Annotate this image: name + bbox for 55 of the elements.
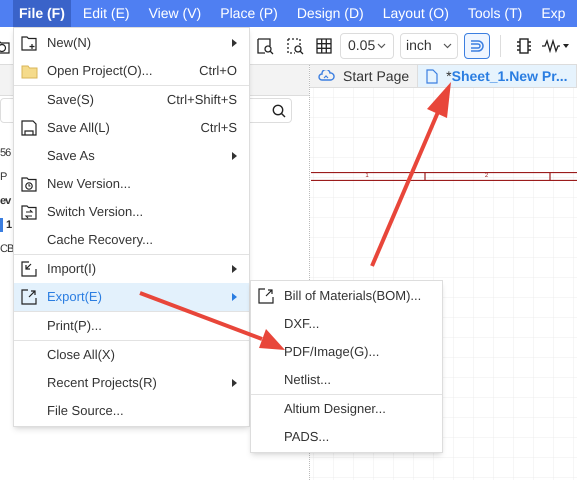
menu-item[interactable]: Save All(L) Ctrl+S	[14, 114, 249, 142]
folder-clock-icon	[21, 176, 38, 192]
menu-bar-item[interactable]: Layout (O)	[378, 0, 453, 27]
menu-item[interactable]: Cache Recovery...	[14, 226, 249, 254]
zoom-area-icon[interactable]	[256, 36, 274, 54]
menu-bar-item[interactable]: View (V)	[144, 0, 206, 27]
menu-item[interactable]: Save As	[14, 142, 249, 170]
menu-bar-item[interactable]: Tools (T)	[464, 0, 526, 27]
panel-text: 56	[0, 146, 10, 161]
unit-dropdown[interactable]: inch	[400, 32, 458, 58]
grid-size-dropdown[interactable]: 0.05	[340, 32, 394, 58]
menu-item[interactable]: New Version...	[14, 170, 249, 198]
chip-icon[interactable]	[516, 36, 532, 54]
menu-bar-item[interactable]: Edit (E)	[78, 0, 134, 27]
menu-bar-item[interactable]: Design (D)	[292, 0, 368, 27]
panel-text: 1	[6, 218, 12, 233]
menu-item[interactable]: File Source...	[14, 397, 249, 425]
menu-bar-item[interactable]: Exp	[537, 0, 570, 27]
snap-button[interactable]	[464, 32, 490, 58]
waveform-dropdown-icon[interactable]	[542, 38, 570, 52]
menu-item[interactable]: DXF...	[251, 310, 442, 338]
panel-text: P	[0, 170, 6, 185]
export-icon	[258, 288, 275, 304]
menu-item[interactable]: PADS...	[251, 423, 442, 451]
menu-item[interactable]: Altium Designer...	[251, 395, 442, 423]
menu-item[interactable]: Bill of Materials(BOM)...	[251, 282, 442, 310]
menu-item[interactable]: Export(E)	[14, 283, 249, 311]
export-icon	[21, 288, 38, 306]
menu-item[interactable]: New(N)	[14, 29, 249, 57]
tab[interactable]: *Sheet_1.New Pr...	[418, 65, 577, 87]
document-icon	[426, 68, 438, 84]
menu-bar-item[interactable]: File (F)	[13, 0, 71, 27]
panel-text: CB	[0, 242, 14, 257]
folder-arrows-icon	[21, 204, 38, 220]
menu-item[interactable]: Switch Version...	[14, 198, 249, 226]
menu-item[interactable]: Close All(X)	[14, 341, 249, 369]
folder-icon	[21, 62, 38, 80]
search-icon	[272, 104, 286, 118]
zoom-selection-icon[interactable]	[286, 36, 304, 54]
folder-plus-icon	[21, 34, 38, 52]
grid-icon[interactable]	[316, 38, 332, 54]
magnet-icon	[469, 38, 485, 52]
menu-item[interactable]: Netlist...	[251, 366, 442, 394]
menu-item[interactable]: Save(S) Ctrl+Shift+S	[14, 86, 249, 114]
menu-item[interactable]: Import(I)	[14, 255, 249, 283]
menu-item[interactable]: Open Project(O)... Ctrl+O	[14, 57, 249, 85]
cloud-icon	[318, 70, 335, 82]
menu-item[interactable]: Print(P)...	[14, 312, 249, 340]
menu-item[interactable]: PDF/Image(G)...	[251, 338, 442, 366]
chevron-down-icon	[377, 42, 386, 48]
panel-text: ev	[0, 194, 10, 209]
import-icon	[21, 260, 38, 278]
chevron-down-icon	[443, 42, 452, 48]
menu-item[interactable]: Recent Projects(R)	[14, 369, 249, 397]
menu-bar-item[interactable]: Place (P)	[216, 0, 282, 27]
